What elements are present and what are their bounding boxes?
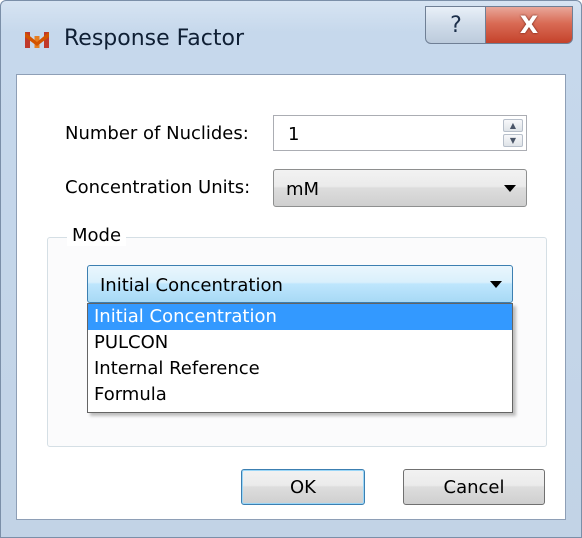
- spin-down-button[interactable]: ▼: [503, 134, 523, 147]
- nuclides-value[interactable]: 1: [288, 124, 299, 145]
- dialog-window: Response Factor ? X Number of Nuclides: …: [0, 0, 582, 538]
- dropdown-arrow-icon: [490, 281, 502, 288]
- app-logo-icon: [25, 32, 49, 48]
- units-value: mM: [286, 179, 320, 200]
- dropdown-arrow-icon: [504, 185, 516, 192]
- window-title: Response Factor: [64, 26, 244, 51]
- title-bar[interactable]: Response Factor ? X: [0, 0, 582, 74]
- chevron-up-icon: ▲: [509, 121, 517, 130]
- mode-value: Initial Concentration: [100, 275, 283, 296]
- mode-option-formula[interactable]: Formula: [88, 382, 512, 408]
- mode-dropdown-list: Initial Concentration PULCON Internal Re…: [87, 303, 513, 413]
- units-dropdown[interactable]: mM: [273, 169, 527, 207]
- mode-dropdown[interactable]: Initial Concentration: [87, 265, 513, 303]
- close-icon: X: [519, 11, 539, 39]
- ok-button[interactable]: OK: [241, 469, 365, 505]
- spin-up-button[interactable]: ▲: [503, 119, 523, 132]
- help-button[interactable]: ?: [425, 6, 487, 44]
- nuclides-spinbox[interactable]: 1 ▲ ▼: [273, 115, 527, 151]
- dialog-content: Number of Nuclides: 1 ▲ ▼ Concentration …: [16, 74, 566, 520]
- question-mark-icon: ?: [450, 12, 462, 38]
- chevron-down-icon: ▼: [509, 136, 517, 145]
- close-button[interactable]: X: [485, 6, 573, 44]
- mode-option-internal-reference[interactable]: Internal Reference: [88, 356, 512, 382]
- cancel-button[interactable]: Cancel: [403, 469, 545, 505]
- mode-group-label: Mode: [67, 225, 127, 246]
- mode-option-pulcon[interactable]: PULCON: [88, 330, 512, 356]
- nuclides-label: Number of Nuclides:: [65, 123, 249, 144]
- mode-option-initial-concentration[interactable]: Initial Concentration: [88, 304, 512, 330]
- units-label: Concentration Units:: [65, 177, 251, 198]
